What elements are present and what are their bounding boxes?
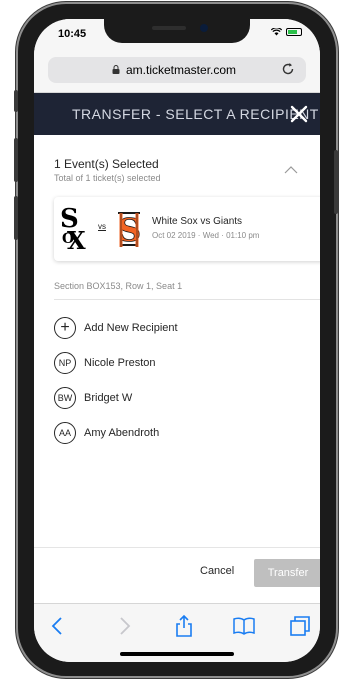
add-recipient-button[interactable]: + Add New Recipient — [54, 315, 314, 341]
notch — [104, 19, 250, 43]
lock-icon — [112, 65, 120, 74]
avatar: AA — [54, 422, 76, 444]
recipient-bridget-w[interactable]: BW Bridget W — [54, 385, 314, 411]
modal-title: TRANSFER - SELECT A RECIPIENT — [72, 106, 319, 122]
close-icon[interactable] — [284, 99, 314, 129]
status-icons — [271, 28, 302, 36]
mute-switch — [14, 90, 18, 112]
volume-down-button — [14, 196, 18, 240]
event-card: S X O vs S White Sox vs Giants Oct 02 20… — [54, 197, 320, 261]
url-text: am.ticketmaster.com — [126, 63, 237, 77]
bookmarks-icon[interactable] — [232, 614, 256, 638]
url-bar: am.ticketmaster.com — [34, 45, 320, 93]
event-count: 1 Event(s) Selected — [54, 157, 159, 171]
volume-up-button — [14, 138, 18, 182]
ticket-count: Total of 1 ticket(s) selected — [54, 173, 161, 183]
front-camera — [200, 24, 208, 32]
event-date: Oct 02 2019 · Wed · 01:10 pm — [152, 231, 260, 240]
tabs-icon[interactable] — [288, 614, 312, 638]
avatar: BW — [54, 387, 76, 409]
avatar: NP — [54, 352, 76, 374]
wifi-icon — [271, 28, 282, 36]
battery-icon — [286, 28, 302, 36]
share-icon[interactable] — [172, 614, 196, 638]
seat-info: Section BOX153, Row 1, Seat 1 — [54, 281, 183, 291]
modal-header: TRANSFER - SELECT A RECIPIENT — [34, 93, 320, 135]
power-button — [334, 150, 338, 214]
recipient-label: Amy Abendroth — [84, 427, 160, 439]
recipient-nicole-preston[interactable]: NP Nicole Preston — [54, 350, 314, 376]
recipient-label: Add New Recipient — [84, 322, 178, 334]
recipient-label: Nicole Preston — [84, 357, 156, 369]
modal-content: 1 Event(s) Selected Total of 1 ticket(s)… — [34, 135, 320, 535]
recipient-label: Bridget W — [84, 392, 133, 404]
chevron-up-icon[interactable] — [284, 163, 298, 177]
vs-label: vs — [98, 222, 106, 231]
reload-icon[interactable] — [280, 61, 296, 77]
forward-icon[interactable] — [112, 614, 136, 638]
add-icon: + — [54, 317, 76, 339]
white-sox-logo: S X O — [59, 203, 91, 255]
event-name: White Sox vs Giants — [152, 216, 243, 227]
status-time: 10:45 — [58, 28, 87, 40]
back-icon[interactable] — [46, 614, 70, 638]
svg-text:O: O — [62, 231, 74, 247]
browser-toolbar — [34, 603, 320, 662]
recipient-amy-abendroth[interactable]: AA Amy Abendroth — [54, 420, 314, 446]
speaker — [152, 26, 186, 30]
transfer-button[interactable]: Transfer — [254, 559, 320, 587]
giants-logo: S — [114, 205, 144, 253]
home-indicator[interactable] — [120, 652, 234, 656]
phone-screen: 10:45 am.ticketmaster.com TRANSFER - SEL… — [34, 19, 320, 662]
address-field[interactable]: am.ticketmaster.com — [48, 57, 306, 83]
cancel-button[interactable]: Cancel — [200, 565, 234, 577]
footer-divider — [34, 547, 320, 548]
divider — [54, 299, 320, 300]
